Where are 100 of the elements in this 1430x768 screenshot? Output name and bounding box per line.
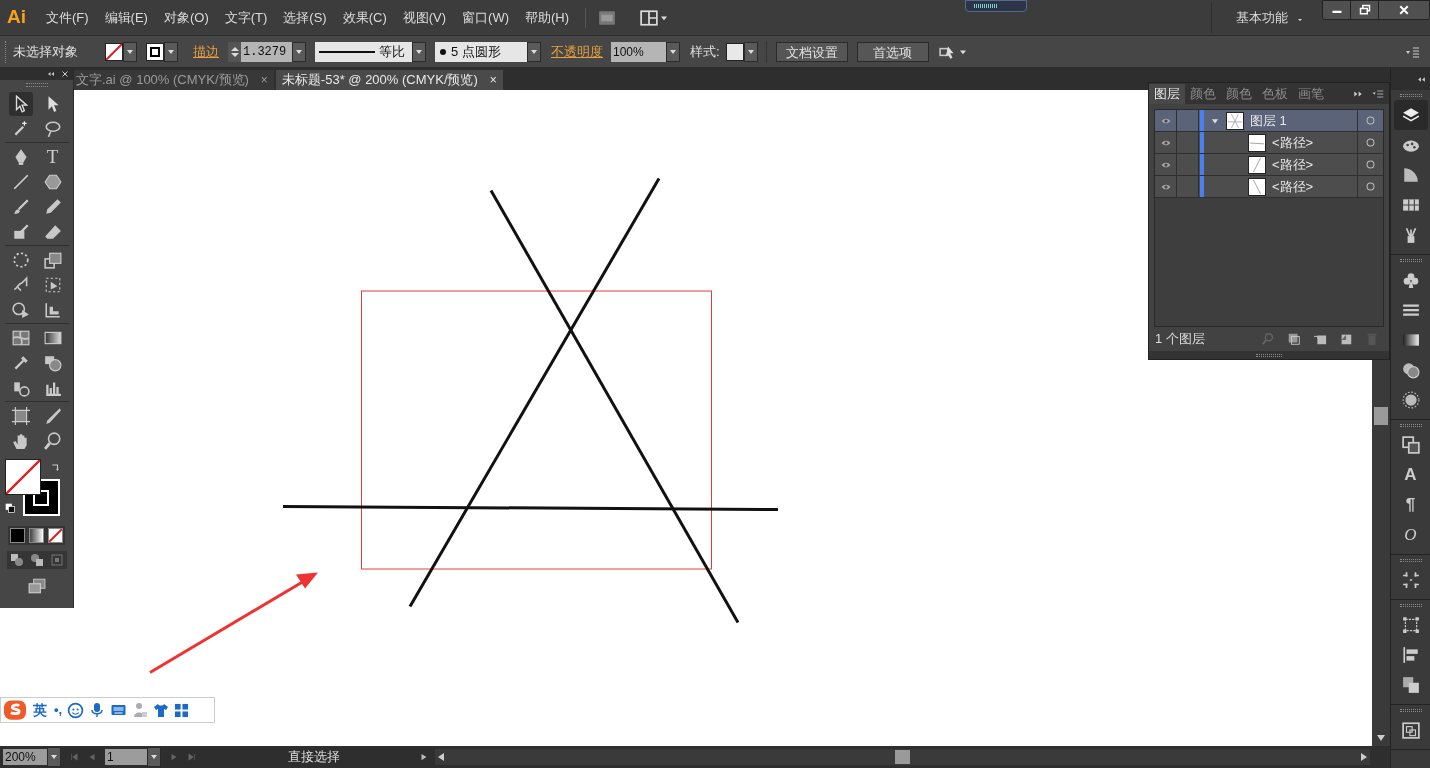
document-setup-button[interactable]: 文档设置 — [775, 41, 848, 62]
dropdown-button[interactable] — [164, 41, 178, 62]
panel-tab[interactable]: 画笔 — [1293, 84, 1329, 104]
scroll-right-icon[interactable] — [1360, 753, 1368, 761]
line-icon[interactable] — [11, 172, 30, 191]
target-circle-icon[interactable] — [1365, 181, 1376, 192]
panel-tab[interactable]: 色板 — [1257, 84, 1293, 104]
swatches-icon[interactable] — [1401, 196, 1420, 214]
club-icon[interactable] — [1401, 271, 1420, 289]
paragraph-panel-button[interactable]: ¶ — [1405, 495, 1416, 515]
brush-icon[interactable] — [11, 197, 30, 216]
target-circle-icon[interactable] — [1365, 137, 1376, 148]
swap-arrow-icon[interactable] — [49, 462, 62, 474]
menu-item[interactable]: 编辑(E) — [96, 7, 156, 28]
layer-name[interactable]: <路径> — [1272, 132, 1314, 153]
rotate-icon[interactable] — [11, 250, 30, 269]
target-circle-icon[interactable] — [1365, 159, 1376, 170]
punctuation-toggle[interactable]: •, — [54, 700, 63, 720]
layer-row[interactable]: <路径> — [1155, 154, 1383, 176]
brush-dropdown[interactable]: 5 点圆形 — [435, 41, 527, 62]
hexagon-icon[interactable] — [43, 172, 62, 191]
apps-grid-icon[interactable] — [174, 702, 190, 718]
menu-item[interactable]: 效果(C) — [334, 7, 395, 28]
minimize-button[interactable] — [1323, 1, 1351, 19]
horizontal-scrollbar[interactable] — [435, 749, 1370, 765]
transparency-icon[interactable] — [1401, 361, 1420, 379]
dropdown-button[interactable] — [123, 41, 137, 62]
clipping-mask-icon[interactable] — [1287, 332, 1301, 346]
layer-name[interactable]: <路径> — [1272, 154, 1314, 175]
screen-mode-icon[interactable] — [25, 577, 48, 595]
scrollbar-thumb[interactable] — [895, 750, 910, 764]
blend-icon[interactable] — [43, 353, 62, 372]
menu-item[interactable]: 文件(F) — [38, 7, 97, 28]
color-button[interactable] — [10, 528, 25, 543]
current-tool-status[interactable]: 直接选择 — [209, 747, 419, 767]
hand-icon[interactable] — [11, 431, 30, 450]
close-icon[interactable] — [61, 70, 69, 78]
panel-tab[interactable]: 颜色 — [1221, 84, 1257, 104]
dropdown-button[interactable] — [147, 747, 161, 767]
artboard-icon[interactable] — [11, 406, 30, 425]
arrange-documents-icon[interactable] — [640, 8, 659, 27]
scroll-left-icon[interactable] — [437, 753, 445, 761]
restore-button[interactable] — [1351, 1, 1379, 19]
gradient-button[interactable] — [29, 528, 44, 543]
align-icon[interactable] — [1401, 646, 1420, 664]
warp-icon[interactable] — [11, 275, 30, 294]
character-panel-button[interactable]: A — [1404, 465, 1417, 485]
mesh-icon[interactable] — [11, 328, 30, 347]
dropdown-button[interactable] — [47, 747, 61, 767]
stroke-weight-field[interactable]: 1.3279 — [241, 41, 292, 62]
new-layer-icon[interactable] — [1339, 332, 1353, 346]
zoom-icon[interactable] — [43, 431, 62, 450]
bridge-icon[interactable] — [598, 8, 617, 27]
preferences-button[interactable]: 首选项 — [856, 41, 929, 62]
dropdown-button[interactable] — [527, 41, 541, 62]
transform-icon[interactable] — [1401, 616, 1420, 634]
gradient-panel-icon[interactable] — [1401, 331, 1420, 349]
zoom-field[interactable]: 200% — [3, 749, 47, 765]
style-swatch[interactable] — [725, 42, 744, 61]
none-button[interactable] — [48, 528, 63, 543]
fill-color-box[interactable] — [4, 459, 41, 495]
layers-icon[interactable] — [1401, 106, 1420, 124]
keyboard-icon[interactable] — [110, 702, 128, 718]
status-menu-icon[interactable] — [419, 752, 429, 762]
scroll-down-icon[interactable] — [1376, 734, 1386, 742]
symbol-grid-icon[interactable] — [1401, 571, 1420, 589]
type-tool[interactable]: T — [46, 146, 59, 167]
lasso-icon[interactable] — [43, 119, 62, 138]
tab-close-button[interactable]: × — [260, 71, 268, 89]
scale-icon[interactable] — [43, 250, 62, 269]
scrollbar-thumb[interactable] — [1374, 407, 1388, 425]
panel-menu-icon[interactable] — [1371, 88, 1385, 100]
dropdown-button[interactable] — [292, 41, 306, 62]
menu-item[interactable]: 视图(V) — [394, 7, 455, 28]
color-guide-icon[interactable] — [1401, 166, 1420, 184]
panel-tab[interactable]: 图层 — [1149, 84, 1185, 104]
pencil-icon[interactable] — [43, 197, 62, 216]
dropdown-button[interactable] — [412, 41, 426, 62]
opentype-panel-button[interactable]: O — [1404, 525, 1417, 545]
menu-item[interactable]: 窗口(W) — [454, 7, 517, 28]
menu-item[interactable]: 帮助(H) — [517, 7, 578, 28]
default-colors-icon[interactable] — [4, 503, 16, 514]
layer-row[interactable]: 图层 1 — [1155, 110, 1383, 132]
slice-icon[interactable] — [43, 406, 62, 425]
menu-item[interactable]: 选择(S) — [275, 7, 335, 28]
perspective-grid-icon[interactable] — [43, 300, 62, 319]
stroke-swatch[interactable] — [146, 42, 164, 61]
pathfinder-icon[interactable] — [1401, 676, 1420, 694]
layer-row[interactable]: <路径> — [1155, 176, 1383, 198]
layer-name[interactable]: <路径> — [1272, 176, 1314, 197]
ime-logo-icon[interactable] — [2, 699, 28, 721]
appearance-icon[interactable] — [1401, 391, 1420, 409]
fill-swatch[interactable] — [105, 42, 123, 61]
artboards-panel-icon[interactable] — [1401, 721, 1420, 739]
free-transform-icon[interactable] — [43, 275, 62, 294]
stroke-weight-stepper[interactable] — [228, 41, 241, 62]
tab-close-button[interactable]: × — [489, 71, 497, 89]
workspace-switcher[interactable]: 基本功能 — [1236, 7, 1304, 28]
dropdown-button[interactable] — [666, 41, 680, 62]
document-tab[interactable]: 未标题-53* @ 200% (CMYK/预览) × — [275, 70, 503, 90]
